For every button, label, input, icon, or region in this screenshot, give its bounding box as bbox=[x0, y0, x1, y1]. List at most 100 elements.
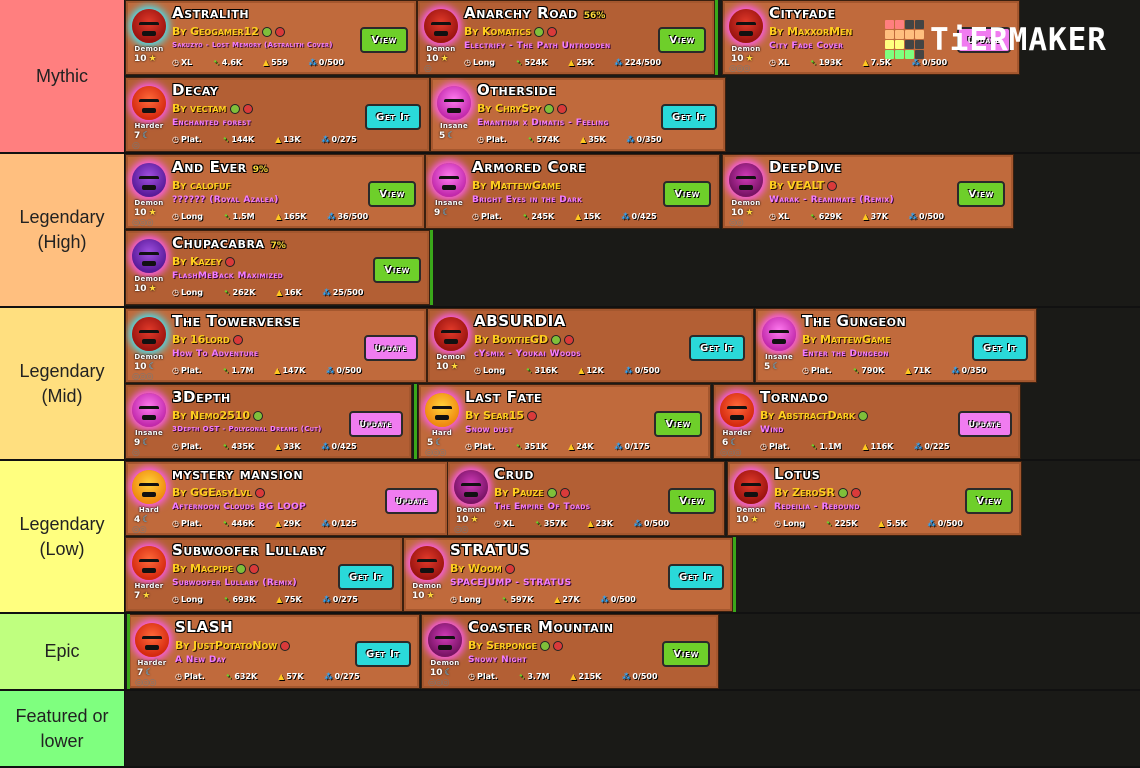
downloads-value: 790K bbox=[861, 366, 885, 375]
level-author[interactable]: By VEALT bbox=[769, 179, 838, 192]
coins-icon: ◎◎◎ bbox=[135, 678, 157, 688]
level-author[interactable]: By Sear15 bbox=[465, 409, 538, 422]
author-text: By 16lord bbox=[172, 333, 230, 346]
level-author[interactable]: By Kazey bbox=[172, 255, 235, 268]
level-card[interactable]: Harder 6 ☾ ◎◎◎ Tornado By AbstractDark Wi… bbox=[713, 384, 1021, 459]
level-author[interactable]: By calofuf bbox=[172, 179, 231, 192]
level-title: Subwoofer Lullaby bbox=[172, 541, 332, 559]
update-button[interactable]: Update bbox=[363, 335, 418, 361]
tier-label[interactable]: Epic bbox=[0, 614, 125, 689]
update-button[interactable]: Update bbox=[957, 411, 1012, 437]
view-button[interactable]: View bbox=[658, 27, 706, 53]
level-card[interactable]: Demon 10 ★ STRATUS By Woom SPACEJUMP - ST… bbox=[403, 537, 733, 612]
level-author[interactable]: By Komatics bbox=[464, 25, 558, 38]
level-card[interactable]: Demon 10 ★ ABSURDIA By BowtieGD cYsmix - … bbox=[427, 308, 754, 383]
tier-label[interactable]: Legendary (Mid) bbox=[0, 308, 125, 459]
length-stat: ◷ Long bbox=[172, 288, 212, 297]
level-card[interactable]: Demon 10 ★ Astralith By Geogamer12 Sakuzy… bbox=[125, 0, 417, 75]
length-value: Plat. bbox=[180, 135, 202, 144]
level-card[interactable]: Demon 10 ★ ◎◎◎ And Ever 9% By calofuf ????… bbox=[125, 154, 425, 229]
view-button[interactable]: View bbox=[368, 181, 416, 207]
like-icon: ▲ bbox=[568, 442, 575, 451]
get-button[interactable]: Get It bbox=[972, 335, 1028, 361]
level-card[interactable]: Hard 4 ☾ ◎◎ mystery mansion By GGEasyLvl … bbox=[125, 461, 448, 536]
level-card[interactable]: Harder 7 ☾ ◎ Decay By vectam Enchanted fo… bbox=[125, 77, 430, 152]
level-author[interactable]: By 16lord bbox=[172, 333, 243, 346]
get-button[interactable]: Get It bbox=[365, 104, 421, 130]
view-button[interactable]: View bbox=[957, 181, 1005, 207]
download-icon: ➷ bbox=[518, 672, 526, 681]
downloads-stat: ➷ 693K bbox=[224, 595, 265, 604]
song-name: Subwoofer Lullaby (Remix) bbox=[172, 578, 298, 588]
get-button[interactable]: Get It bbox=[355, 641, 411, 667]
level-author[interactable]: By vectam bbox=[172, 102, 253, 115]
tiermaker-watermark: TiERMAKER bbox=[885, 20, 1107, 59]
tier-label[interactable]: Legendary (High) bbox=[0, 154, 125, 306]
update-button[interactable]: Update bbox=[384, 488, 439, 514]
level-author[interactable]: By AbstractDark bbox=[760, 409, 869, 422]
level-author[interactable]: By Serponge bbox=[468, 639, 563, 652]
view-button[interactable]: View bbox=[654, 411, 702, 437]
level-author[interactable]: By Pauze bbox=[494, 486, 570, 499]
copyable-badge-icon bbox=[229, 104, 240, 114]
level-author[interactable]: By BowtieGD bbox=[474, 333, 575, 346]
orbs-value: 25/500 bbox=[332, 288, 364, 297]
clock-icon: ◷ bbox=[175, 672, 182, 681]
length-value: XL bbox=[777, 58, 790, 67]
level-card[interactable]: Demon 10 ☾ ◎◎◎ The Towerverse By 16lord H… bbox=[125, 308, 427, 383]
level-card[interactable]: Harder 7 ★ Subwoofer Lullaby By Macpipe S… bbox=[125, 537, 403, 612]
logo-cell bbox=[885, 40, 894, 49]
level-card[interactable]: Demon 10 ★ Lotus By ZeroSR Redeilia - Reb… bbox=[727, 461, 1022, 536]
downloads-value: 193K bbox=[818, 58, 842, 67]
author-text: By MattewGame bbox=[802, 333, 891, 346]
view-button[interactable]: View bbox=[373, 257, 421, 283]
get-button[interactable]: Get It bbox=[668, 564, 724, 590]
view-button[interactable]: View bbox=[360, 27, 408, 53]
tier-label[interactable]: Featured or lower bbox=[0, 691, 125, 766]
level-card[interactable]: Demon 10 ★ ◎◎ Crud By Pauze The Empire Of… bbox=[447, 461, 725, 536]
level-card[interactable]: Harder 7 ☾ ◎◎◎ SLASH By JustPotatoNow A N… bbox=[128, 614, 420, 689]
level-author[interactable]: By Nemo2510 bbox=[172, 409, 264, 422]
get-button[interactable]: Get It bbox=[338, 564, 394, 590]
downloads-value: 632K bbox=[234, 672, 258, 681]
level-card[interactable]: Demon 10 ☾ ◎◎◎ Coaster Mountain By Serpon… bbox=[421, 614, 719, 689]
level-author[interactable]: By Geogamer12 bbox=[172, 25, 285, 38]
tier-label[interactable]: Mythic bbox=[0, 0, 125, 152]
like-icon: ▲ bbox=[878, 519, 885, 528]
level-card[interactable]: Demon 10 ★ ◎ Anarchy Road 56% By Komatics … bbox=[417, 0, 715, 75]
difficulty-label: Insane bbox=[134, 429, 163, 437]
level-card[interactable]: Demon 10 ★ Chupacabra 7% By Kazey FlashMeB… bbox=[125, 230, 430, 305]
orbs-value: 0/500 bbox=[921, 58, 948, 67]
level-card[interactable]: Insane 9 ☾ Armored Core By MattewGame Bri… bbox=[425, 154, 720, 229]
update-button[interactable]: Update bbox=[348, 411, 403, 437]
view-button[interactable]: View bbox=[662, 641, 710, 667]
logo-cell bbox=[905, 40, 914, 49]
level-author[interactable]: By MattewGame bbox=[472, 179, 561, 192]
view-button[interactable]: View bbox=[663, 181, 711, 207]
orbs-icon: ⁂ bbox=[633, 519, 642, 528]
level-card[interactable]: Insane 9 ☾ ◎ 3Depth By Nemo2510 3Depth OS… bbox=[125, 384, 412, 459]
level-author[interactable]: By ChrySpy bbox=[477, 102, 567, 115]
get-button[interactable]: Get It bbox=[661, 104, 717, 130]
level-author[interactable]: By MaxxorMen bbox=[769, 25, 852, 38]
level-author[interactable]: By Woom bbox=[450, 562, 515, 575]
get-button[interactable]: Get It bbox=[689, 335, 745, 361]
moon-icon: ☾ bbox=[142, 131, 151, 141]
copyable-badge-icon bbox=[551, 335, 562, 345]
downloads-stat: ➷ 144K bbox=[223, 135, 264, 144]
level-card[interactable]: Demon 10 ★ ◎◎ DeepDive By VEALT Warak - R… bbox=[722, 154, 1014, 229]
tier-label[interactable]: Legendary (Low) bbox=[0, 461, 125, 612]
level-card[interactable]: Insane 5 ☾ The Gungeon By MattewGame Ente… bbox=[755, 308, 1037, 383]
star-icon: ★ bbox=[750, 515, 759, 525]
level-author[interactable]: By ZeroSR bbox=[774, 486, 861, 499]
likes-value: 559 bbox=[271, 58, 288, 67]
level-author[interactable]: By JustPotatoNow bbox=[175, 639, 291, 652]
view-button[interactable]: View bbox=[965, 488, 1013, 514]
level-card[interactable]: Hard 5 ☾ ◎◎◎ Last Fate By Sear15 Snow dus… bbox=[418, 384, 711, 459]
level-author[interactable]: By GGEasyLvl bbox=[172, 486, 265, 499]
view-button[interactable]: View bbox=[668, 488, 716, 514]
level-author[interactable]: By MattewGame bbox=[802, 333, 891, 346]
level-author[interactable]: By Macpipe bbox=[172, 562, 260, 575]
rated-badge-icon bbox=[527, 411, 538, 421]
level-card[interactable]: Insane 5 ☾ Otherside By ChrySpy Emantium … bbox=[430, 77, 726, 152]
